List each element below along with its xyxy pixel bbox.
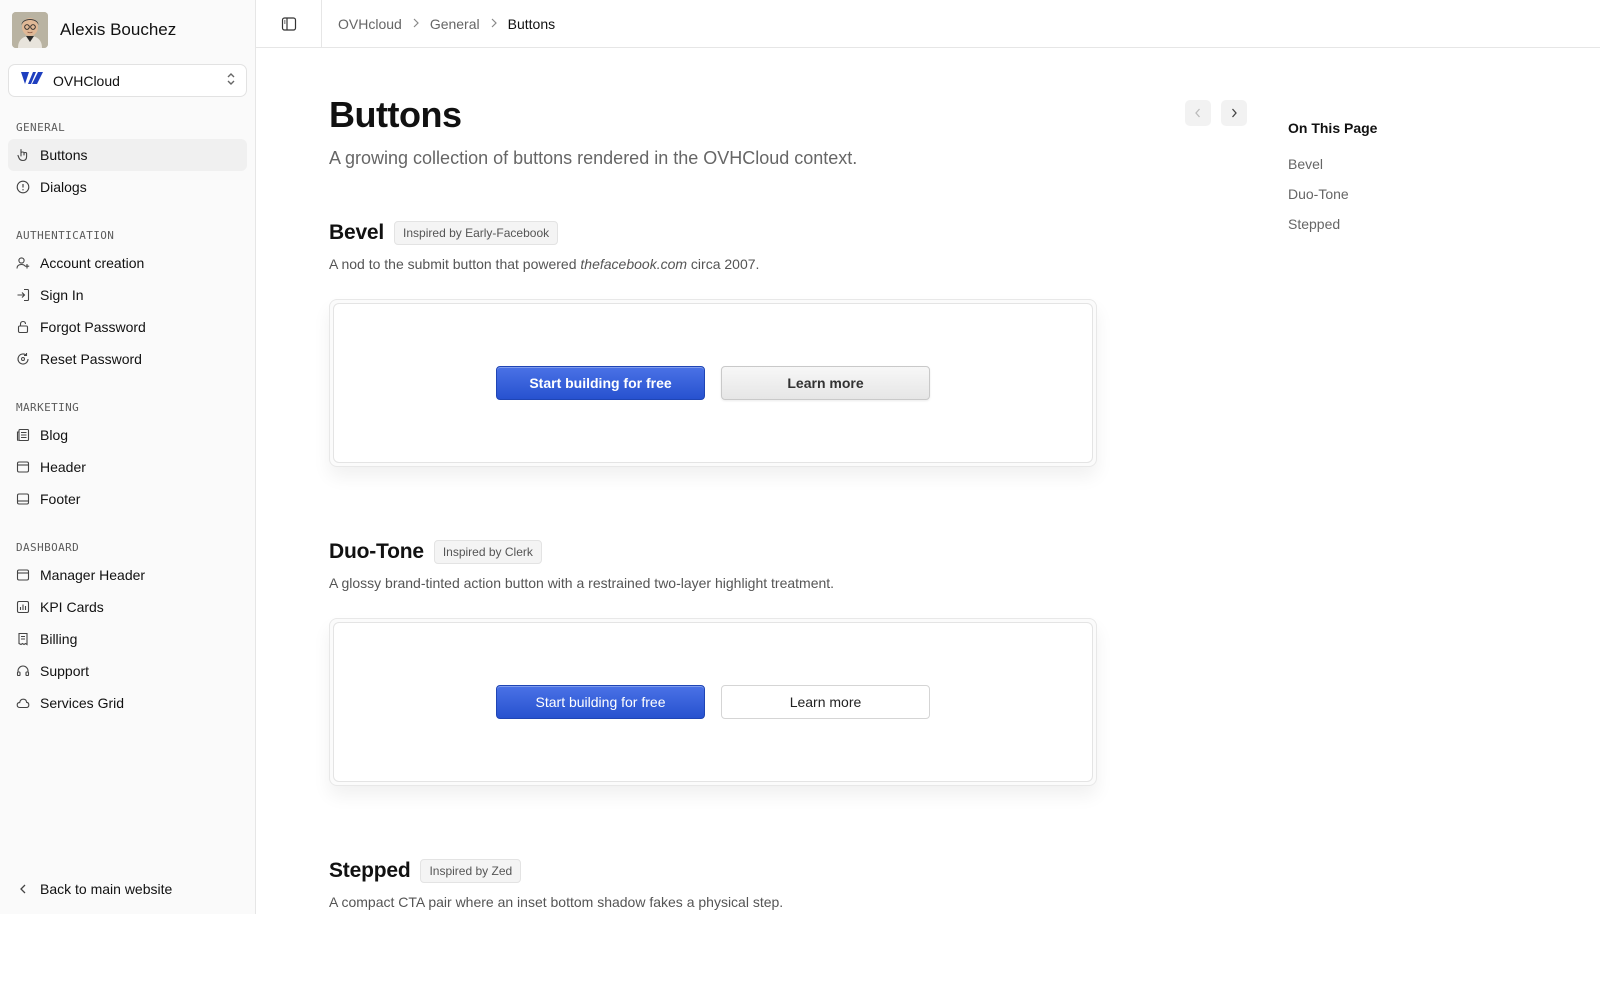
sidebar-item-label: Support (40, 663, 90, 679)
inspiration-badge: Inspired by Zed (420, 859, 522, 883)
sidebar-item-label: Buttons (40, 147, 88, 163)
layout-header-icon (16, 569, 30, 581)
user-profile[interactable]: Alexis Bouchez (12, 12, 176, 48)
section-title: Stepped (329, 859, 411, 882)
ovhcloud-logo-icon (19, 69, 45, 92)
section-description: A compact CTA pair where an inset bottom… (329, 894, 784, 910)
sidebar-item-blog[interactable]: Blog (8, 419, 247, 451)
layout-header-icon (16, 461, 30, 473)
sidebar-item-buttons[interactable]: Buttons (8, 139, 247, 171)
page-subtitle: A growing collection of buttons rendered… (329, 148, 858, 168)
inspiration-badge: Inspired by Clerk (433, 540, 542, 564)
org-name: OVHCloud (53, 72, 120, 89)
demo-preview: Start building for free Learn more (329, 618, 1097, 786)
nav-section-label: Marketing (16, 401, 80, 414)
sidebar-item-header[interactable]: Header (8, 451, 247, 483)
chevrons-up-down-icon (226, 72, 236, 89)
sidebar-item-label: Forgot Password (40, 319, 146, 335)
breadcrumb-link-general[interactable]: General (430, 16, 480, 32)
sidebar-item-label: Reset Password (40, 351, 142, 367)
nav-section-label: Dashboard (16, 541, 80, 554)
section-description: A glossy brand-tinted action button with… (329, 575, 835, 591)
toc-link-duo-tone[interactable]: Duo-Tone (1288, 186, 1377, 202)
sidebar-nav: General Buttons Dialogs Authentication A… (8, 112, 247, 719)
reset-icon (17, 353, 29, 365)
start-building-button[interactable]: Start building for free (496, 685, 705, 719)
chevron-right-icon (412, 17, 420, 31)
sidebar-item-label: Dialogs (40, 179, 87, 195)
sidebar-item-dialogs[interactable]: Dialogs (8, 171, 247, 203)
section-duo-tone: Duo-Tone Inspired by Clerk A glossy bran… (329, 539, 1099, 786)
section-bevel: Bevel Inspired by Early-Facebook A nod t… (329, 220, 1099, 467)
sidebar-toggle-button[interactable] (256, 0, 322, 48)
nav-section-label: Authentication (16, 229, 115, 242)
pointer-icon (17, 148, 28, 162)
sidebar-item-footer[interactable]: Footer (8, 483, 247, 515)
cloud-icon (16, 698, 30, 709)
learn-more-button[interactable]: Learn more (721, 366, 930, 400)
sidebar-item-kpi-cards[interactable]: KPI Cards (8, 591, 247, 623)
on-this-page-toc: On This Page Bevel Duo-Tone Stepped (1288, 120, 1377, 232)
org-switcher[interactable]: OVHCloud (8, 64, 247, 97)
next-page-button[interactable] (1221, 100, 1247, 126)
sidebar-item-label: Footer (40, 491, 81, 507)
section-title: Bevel (329, 221, 385, 244)
demo-preview: Start building for free Learn more (329, 299, 1097, 467)
bar-chart-icon (16, 600, 30, 614)
sidebar-item-label: Account creation (40, 255, 145, 271)
sidebar-item-label: Manager Header (40, 567, 146, 583)
sidebar-item-label: Billing (40, 631, 78, 647)
back-label: Back to main website (40, 881, 173, 897)
breadcrumb-current: Buttons (507, 15, 556, 32)
section-stepped: Stepped Inspired by Zed A compact CTA pa… (329, 858, 1099, 910)
section-title: Duo-Tone (329, 540, 424, 563)
chevron-left-icon (1195, 108, 1200, 118)
layout-footer-icon (16, 493, 30, 505)
chevron-right-icon (1232, 108, 1237, 118)
sidebar-item-label: Sign In (40, 287, 84, 303)
chevron-left-icon (20, 884, 26, 894)
alert-circle-icon (16, 180, 30, 194)
lock-icon (17, 320, 29, 334)
sidebar-item-account-creation[interactable]: Account creation (8, 247, 247, 279)
sidebar-item-label: KPI Cards (40, 599, 104, 615)
toc-link-stepped[interactable]: Stepped (1288, 216, 1377, 232)
sidebar-item-sign-in[interactable]: Sign In (8, 279, 247, 311)
sidebar-item-manager-header[interactable]: Manager Header (8, 559, 247, 591)
toc-title: On This Page (1288, 120, 1378, 136)
page-pager (1185, 100, 1247, 126)
panel-left-icon (281, 16, 296, 31)
nav-section-label: General (16, 121, 66, 134)
top-bar: OVHcloud General Buttons (256, 0, 1600, 48)
sidebar-item-billing[interactable]: Billing (8, 623, 247, 655)
inspiration-badge: Inspired by Early-Facebook (394, 221, 559, 245)
sidebar-item-services-grid[interactable]: Services Grid (8, 687, 247, 719)
page-title: Buttons (329, 94, 462, 135)
log-in-icon (17, 288, 30, 302)
sidebar-item-label: Header (40, 459, 86, 475)
receipt-icon (18, 632, 28, 646)
newspaper-icon (16, 428, 30, 442)
back-to-main-link[interactable]: Back to main website (8, 874, 172, 904)
sidebar-item-forgot-password[interactable]: Forgot Password (8, 311, 247, 343)
avatar (12, 12, 48, 48)
user-plus-icon (16, 257, 30, 269)
start-building-button[interactable]: Start building for free (496, 366, 705, 400)
section-description: A nod to the submit button that powered … (329, 256, 760, 272)
chevron-right-icon (490, 17, 498, 31)
sidebar-item-label: Services Grid (40, 695, 125, 711)
learn-more-button[interactable]: Learn more (721, 685, 930, 719)
sidebar-item-label: Blog (40, 427, 69, 443)
breadcrumb-link-ovhcloud[interactable]: OVHcloud (338, 16, 402, 32)
breadcrumb: OVHcloud General Buttons (322, 16, 555, 32)
sidebar: Alexis Bouchez OVHCloud General Buttons … (0, 0, 256, 914)
user-name: Alexis Bouchez (60, 20, 177, 39)
sidebar-item-reset-password[interactable]: Reset Password (8, 343, 247, 375)
sidebar-item-support[interactable]: Support (8, 655, 247, 687)
previous-page-button[interactable] (1185, 100, 1211, 126)
headset-icon (16, 665, 30, 677)
toc-link-bevel[interactable]: Bevel (1288, 156, 1377, 172)
